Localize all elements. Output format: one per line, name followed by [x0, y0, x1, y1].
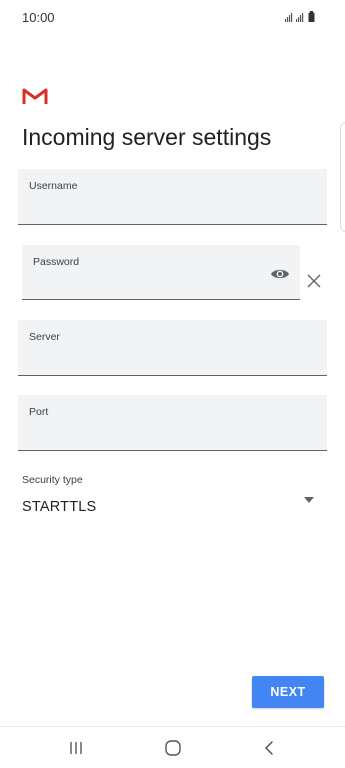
status-time: 10:00 [22, 10, 55, 25]
navigation-bar [0, 726, 345, 768]
status-icons [285, 11, 315, 22]
security-type-label: Security type [22, 474, 83, 486]
dropdown-arrow-icon[interactable] [304, 497, 314, 503]
eye-icon[interactable] [270, 267, 290, 281]
page-title: Incoming server settings [22, 124, 272, 150]
back-icon[interactable] [260, 739, 280, 757]
security-type-select[interactable]: STARTTLS [22, 499, 96, 515]
username-label: Username [29, 180, 78, 192]
server-label: Server [29, 331, 60, 343]
port-field[interactable]: Port [18, 395, 327, 451]
home-icon[interactable] [163, 739, 183, 757]
server-input[interactable] [29, 347, 316, 369]
scroll-indicator [340, 122, 345, 232]
port-input[interactable] [29, 422, 316, 444]
username-field[interactable]: Username [18, 169, 327, 225]
server-field[interactable]: Server [18, 320, 327, 376]
next-button[interactable]: NEXT [252, 676, 324, 708]
signal-icon [285, 13, 293, 22]
gmail-logo [22, 88, 48, 104]
recents-icon[interactable] [66, 739, 86, 757]
password-field[interactable]: Password [22, 245, 300, 300]
port-label: Port [29, 406, 49, 418]
password-input[interactable] [33, 271, 260, 293]
battery-icon [308, 11, 315, 22]
password-label: Password [33, 256, 80, 268]
username-input[interactable] [29, 196, 316, 218]
signal-icon [296, 13, 304, 22]
status-bar: 10:00 [0, 0, 345, 36]
close-icon[interactable] [306, 273, 322, 289]
